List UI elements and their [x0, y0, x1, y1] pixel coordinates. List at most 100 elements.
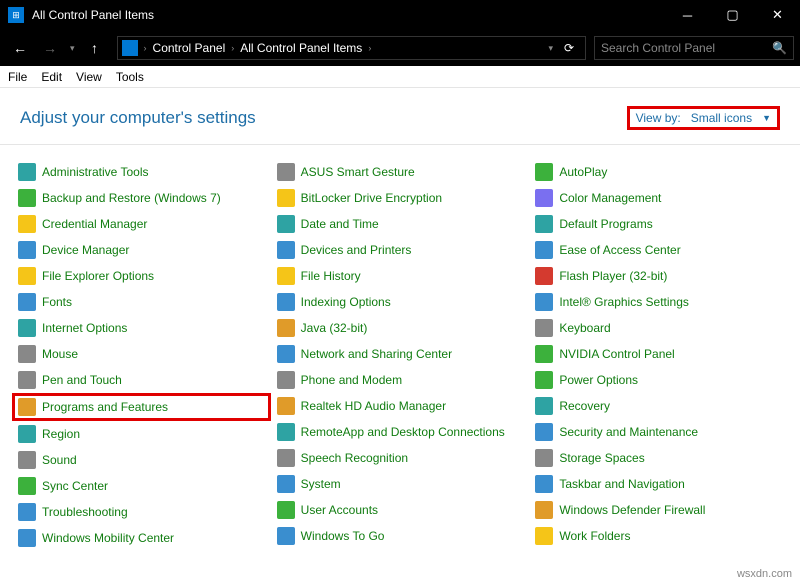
- taskbar-nav-icon: [535, 475, 553, 493]
- cp-item-indexing-options[interactable]: Indexing Options: [271, 289, 530, 315]
- cp-item-network-sharing[interactable]: Network and Sharing Center: [271, 341, 530, 367]
- cp-item-label: File Explorer Options: [42, 269, 154, 283]
- cp-item-defender-firewall[interactable]: Windows Defender Firewall: [529, 497, 788, 523]
- cp-item-programs-features[interactable]: Programs and Features: [12, 393, 271, 421]
- breadcrumb-item[interactable]: Control Panel: [149, 41, 230, 55]
- autoplay-icon: [535, 163, 553, 181]
- column: ASUS Smart GestureBitLocker Drive Encryp…: [271, 159, 530, 551]
- maximize-button[interactable]: ▢: [710, 0, 755, 30]
- cp-item-file-history[interactable]: File History: [271, 263, 530, 289]
- cp-item-label: Fonts: [42, 295, 72, 309]
- cp-item-troubleshooting[interactable]: Troubleshooting: [12, 499, 271, 525]
- chevron-right-icon[interactable]: ›: [366, 43, 373, 53]
- up-button[interactable]: ↑: [81, 34, 109, 62]
- cp-item-label: Power Options: [559, 373, 638, 387]
- cp-item-sync-center[interactable]: Sync Center: [12, 473, 271, 499]
- user-accounts-icon: [277, 501, 295, 519]
- minimize-button[interactable]: ─: [665, 0, 710, 30]
- menu-tools[interactable]: Tools: [116, 70, 144, 84]
- storage-spaces-icon: [535, 449, 553, 467]
- chevron-right-icon[interactable]: ›: [142, 43, 149, 53]
- cp-item-storage-spaces[interactable]: Storage Spaces: [529, 445, 788, 471]
- chevron-down-icon: ▼: [762, 113, 771, 123]
- cp-item-date-time[interactable]: Date and Time: [271, 211, 530, 237]
- cp-item-file-explorer-options[interactable]: File Explorer Options: [12, 263, 271, 289]
- search-input[interactable]: Search Control Panel 🔍: [594, 36, 794, 60]
- cp-item-realtek-audio[interactable]: Realtek HD Audio Manager: [271, 393, 530, 419]
- mouse-icon: [18, 345, 36, 363]
- cp-item-system[interactable]: System: [271, 471, 530, 497]
- back-button[interactable]: ←: [6, 34, 34, 62]
- cp-item-asus-smart-gesture[interactable]: ASUS Smart Gesture: [271, 159, 530, 185]
- cp-item-taskbar-nav[interactable]: Taskbar and Navigation: [529, 471, 788, 497]
- menubar: File Edit View Tools: [0, 66, 800, 88]
- cp-item-ease-of-access[interactable]: Ease of Access Center: [529, 237, 788, 263]
- cp-item-default-programs[interactable]: Default Programs: [529, 211, 788, 237]
- region-icon: [18, 425, 36, 443]
- cp-item-label: Sound: [42, 453, 77, 467]
- menu-file[interactable]: File: [8, 70, 27, 84]
- pen-touch-icon: [18, 371, 36, 389]
- fonts-icon: [18, 293, 36, 311]
- cp-item-phone-modem[interactable]: Phone and Modem: [271, 367, 530, 393]
- cp-item-label: Taskbar and Navigation: [559, 477, 684, 491]
- file-history-icon: [277, 267, 295, 285]
- cp-item-label: Pen and Touch: [42, 373, 122, 387]
- menu-view[interactable]: View: [76, 70, 102, 84]
- cp-item-credential-manager[interactable]: Credential Manager: [12, 211, 271, 237]
- troubleshooting-icon: [18, 503, 36, 521]
- internet-options-icon: [18, 319, 36, 337]
- cp-item-speech-recognition[interactable]: Speech Recognition: [271, 445, 530, 471]
- cp-item-sound[interactable]: Sound: [12, 447, 271, 473]
- backup-restore-icon: [18, 189, 36, 207]
- history-dropdown-icon[interactable]: ▾: [66, 43, 79, 54]
- breadcrumb-dropdown-icon[interactable]: ▾: [544, 43, 557, 54]
- cp-item-pen-touch[interactable]: Pen and Touch: [12, 367, 271, 393]
- color-management-icon: [535, 189, 553, 207]
- intel-graphics-icon: [535, 293, 553, 311]
- cp-item-label: Internet Options: [42, 321, 127, 335]
- cp-item-mouse[interactable]: Mouse: [12, 341, 271, 367]
- cp-item-fonts[interactable]: Fonts: [12, 289, 271, 315]
- refresh-icon[interactable]: ⟳: [557, 36, 581, 60]
- cp-item-internet-options[interactable]: Internet Options: [12, 315, 271, 341]
- cp-item-security-maintenance[interactable]: Security and Maintenance: [529, 419, 788, 445]
- cp-item-flash-player[interactable]: Flash Player (32-bit): [529, 263, 788, 289]
- cp-item-keyboard[interactable]: Keyboard: [529, 315, 788, 341]
- cp-item-bitlocker[interactable]: BitLocker Drive Encryption: [271, 185, 530, 211]
- cp-item-windows-to-go[interactable]: Windows To Go: [271, 523, 530, 549]
- date-time-icon: [277, 215, 295, 233]
- search-icon[interactable]: 🔍: [772, 41, 787, 55]
- window-title: All Control Panel Items: [32, 8, 665, 22]
- cp-item-java[interactable]: Java (32-bit): [271, 315, 530, 341]
- cp-item-user-accounts[interactable]: User Accounts: [271, 497, 530, 523]
- breadcrumb-item[interactable]: All Control Panel Items: [236, 41, 366, 55]
- cp-item-nvidia-control[interactable]: NVIDIA Control Panel: [529, 341, 788, 367]
- nvidia-control-icon: [535, 345, 553, 363]
- cp-item-color-management[interactable]: Color Management: [529, 185, 788, 211]
- cp-item-label: Mouse: [42, 347, 78, 361]
- cp-item-intel-graphics[interactable]: Intel® Graphics Settings: [529, 289, 788, 315]
- cp-item-work-folders[interactable]: Work Folders: [529, 523, 788, 549]
- cp-item-windows-mobility[interactable]: Windows Mobility Center: [12, 525, 271, 551]
- cp-item-label: Color Management: [559, 191, 661, 205]
- cp-item-label: Windows Mobility Center: [42, 531, 174, 545]
- cp-item-autoplay[interactable]: AutoPlay: [529, 159, 788, 185]
- cp-item-remoteapp[interactable]: RemoteApp and Desktop Connections: [271, 419, 530, 445]
- cp-item-devices-printers[interactable]: Devices and Printers: [271, 237, 530, 263]
- forward-button[interactable]: →: [36, 34, 64, 62]
- cp-item-power-options[interactable]: Power Options: [529, 367, 788, 393]
- cp-item-region[interactable]: Region: [12, 421, 271, 447]
- devices-printers-icon: [277, 241, 295, 259]
- chevron-right-icon[interactable]: ›: [229, 43, 236, 53]
- breadcrumb[interactable]: › Control Panel › All Control Panel Item…: [117, 36, 586, 60]
- close-button[interactable]: ✕: [755, 0, 800, 30]
- cp-item-administrative-tools[interactable]: Administrative Tools: [12, 159, 271, 185]
- menu-edit[interactable]: Edit: [41, 70, 62, 84]
- cp-item-label: Date and Time: [301, 217, 379, 231]
- cp-item-label: Security and Maintenance: [559, 425, 698, 439]
- view-by-selector[interactable]: View by: Small icons ▼: [627, 106, 780, 130]
- cp-item-backup-restore[interactable]: Backup and Restore (Windows 7): [12, 185, 271, 211]
- cp-item-recovery[interactable]: Recovery: [529, 393, 788, 419]
- cp-item-device-manager[interactable]: Device Manager: [12, 237, 271, 263]
